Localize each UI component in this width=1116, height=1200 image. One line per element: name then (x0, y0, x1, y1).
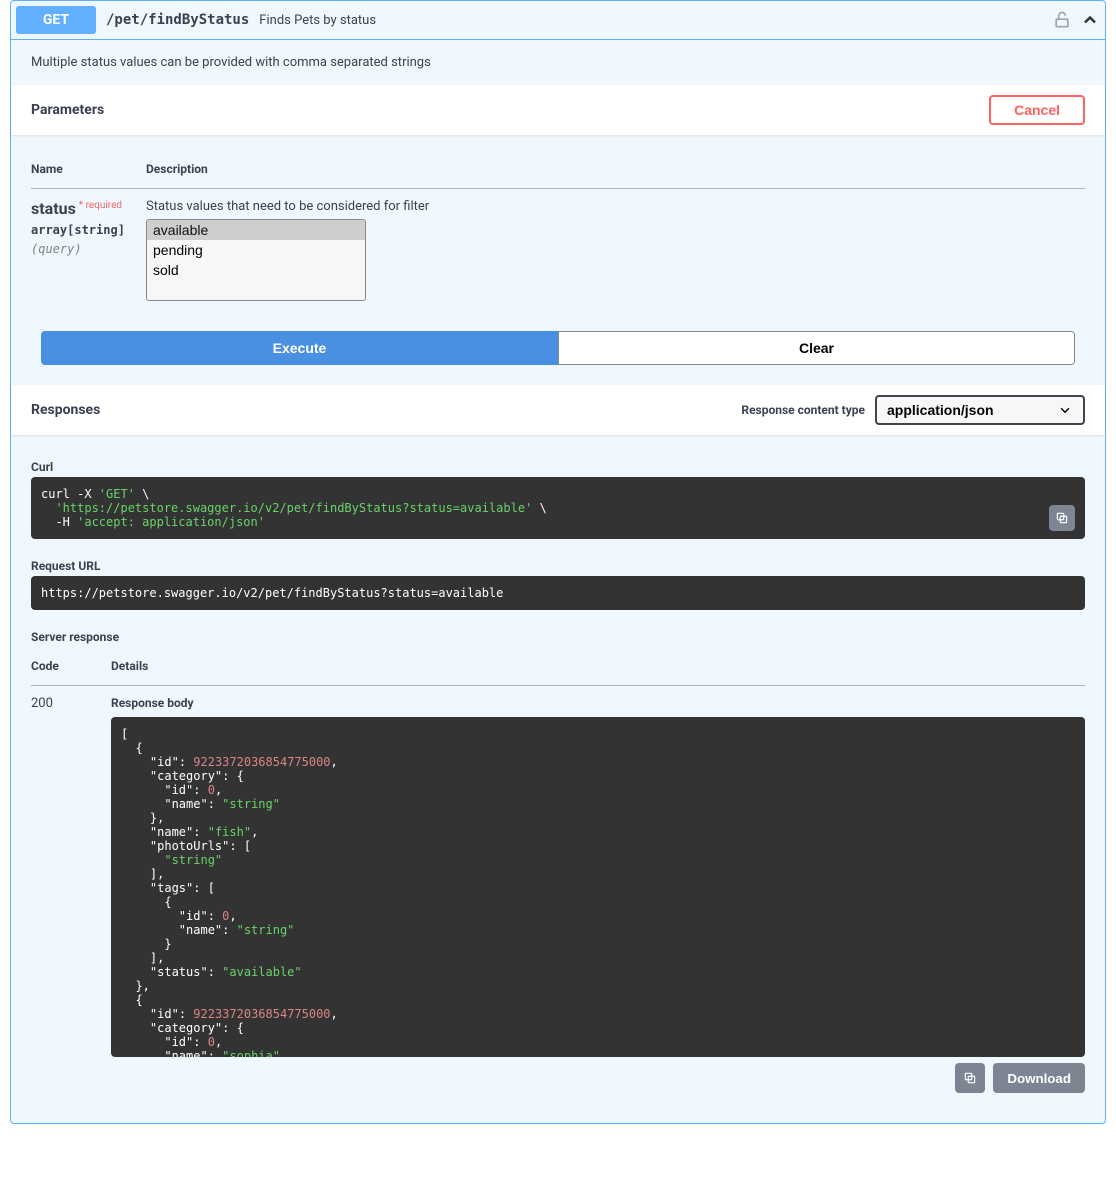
param-type: array[string] (31, 218, 146, 242)
col-name: Name (31, 150, 146, 189)
response-row: 200 Response body [ { "id": 922337203685… (31, 686, 1085, 1104)
content-type-select[interactable]: application/json (875, 395, 1085, 425)
param-in: (query) (31, 242, 146, 256)
chevron-up-icon[interactable] (1080, 10, 1100, 30)
operation-body: Multiple status values can be provided w… (11, 40, 1105, 1123)
param-name: status (31, 199, 76, 218)
col-code: Code (31, 647, 111, 686)
responses-heading: Responses (31, 402, 741, 418)
response-body[interactable]: [ { "id": 9223372036854775000, "category… (111, 717, 1085, 1057)
status-select[interactable]: availablependingsold (146, 219, 366, 301)
parameter-row: status* required array[string] (query) S… (31, 189, 1085, 312)
http-method-badge: GET (16, 6, 96, 34)
response-code: 200 (31, 686, 111, 1104)
execute-button[interactable]: Execute (41, 331, 558, 365)
col-details: Details (111, 647, 1085, 686)
response-body-label: Response body (111, 696, 1085, 713)
curl-section: Curl curl -X 'GET' \ 'https://petstore.s… (31, 450, 1085, 549)
operation-summary-text: Finds Pets by status (259, 13, 1052, 28)
param-required-label: * required (76, 200, 122, 211)
execute-buttons: Execute Clear (31, 311, 1085, 365)
operation-summary[interactable]: GET /pet/findByStatus Finds Pets by stat… (11, 1, 1105, 40)
response-content-type: Response content type application/json (741, 395, 1085, 425)
parameters-heading: Parameters (31, 102, 989, 118)
content-type-label: Response content type (741, 403, 865, 417)
server-response-table: Code Details 200 Response body [ { "id":… (31, 647, 1085, 1103)
param-description: Status values that need to be considered… (146, 199, 1085, 214)
operation-block: GET /pet/findByStatus Finds Pets by stat… (10, 0, 1106, 1124)
responses-header: Responses Response content type applicat… (11, 385, 1105, 435)
unlock-icon[interactable] (1052, 10, 1072, 30)
copy-response-button[interactable] (955, 1063, 985, 1093)
operation-path: /pet/findByStatus (96, 12, 259, 28)
operation-description: Multiple status values can be provided w… (31, 55, 1085, 70)
server-response-label: Server response (31, 620, 1085, 647)
request-url-code: https://petstore.swagger.io/v2/pet/findB… (31, 576, 1085, 610)
clear-button[interactable]: Clear (558, 331, 1075, 365)
curl-code: curl -X 'GET' \ 'https://petstore.swagge… (31, 477, 1085, 539)
parameters-table: Name Description status* required array[… (31, 150, 1085, 311)
download-button[interactable]: Download (993, 1063, 1085, 1093)
curl-label: Curl (31, 450, 1085, 477)
cancel-button[interactable]: Cancel (989, 95, 1085, 125)
copy-curl-button[interactable] (1049, 505, 1075, 531)
request-url-section: Request URL https://petstore.swagger.io/… (31, 549, 1085, 620)
parameters-header: Parameters Cancel (11, 85, 1105, 135)
col-description: Description (146, 150, 1085, 189)
request-url-label: Request URL (31, 549, 1085, 576)
